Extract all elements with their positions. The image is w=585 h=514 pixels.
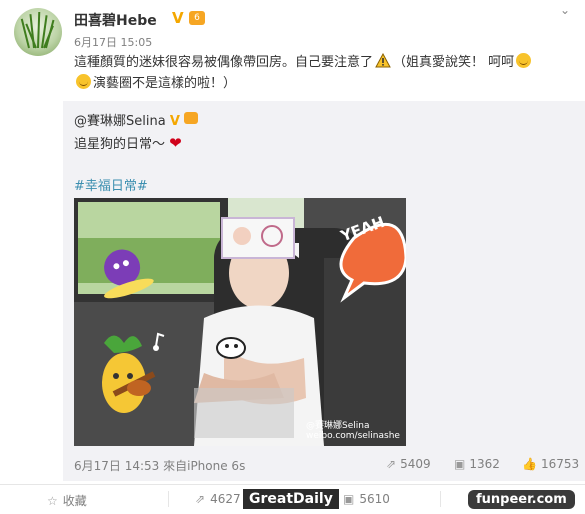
hashtag-link[interactable]: #幸福日常# (74, 175, 148, 194)
repost-text-content: 追星狗的日常～ (74, 137, 166, 152)
favorite-button[interactable]: ☆ 收藏 (47, 492, 87, 509)
repost-button[interactable]: ⇗ 4627 (195, 492, 241, 506)
favorite-label: 收藏 (62, 494, 87, 508)
repost-user: @賽琳娜Selina V (74, 110, 199, 129)
post-text-part1: 這種顏質的迷妹很容易被偶像帶回房。自己要注意了 (74, 55, 374, 70)
post-text: 這種顏質的迷妹很容易被偶像帶回房。自己要注意了 （姐真愛說笑！ 呵呵 演藝圈不是這… (74, 52, 574, 94)
repost-username[interactable]: @賽琳娜Selina (74, 114, 166, 129)
repost-photo[interactable]: YEAH @賽琳娜Selina weibo.com/selinashe (74, 198, 406, 446)
repost-text: 追星狗的日常～ ❤ (74, 133, 182, 152)
avatar[interactable] (14, 8, 62, 56)
level-badge-icon (184, 112, 199, 124)
repost-count: 4627 (210, 492, 241, 506)
heart-icon: ❤ (169, 134, 182, 152)
repost-comments-value: 1362 (469, 457, 500, 471)
weibo-post: 田喜碧Hebe V 6 6月17日 15:05 ⌄ 這種顏質的迷妹很容易被偶像帶… (0, 0, 585, 514)
verified-icon: V (172, 9, 184, 27)
post-username[interactable]: 田喜碧Hebe (74, 10, 157, 30)
verified-icon: V (169, 114, 180, 129)
greatdaily-watermark: GreatDaily (242, 488, 340, 510)
repost-repost-count[interactable]: ⇗ 5409 (386, 457, 431, 471)
laugh-emoji-icon (516, 53, 532, 68)
chevron-down-icon[interactable]: ⌄ (560, 3, 570, 17)
like-icon: 👍 (522, 457, 537, 471)
comment-button[interactable]: ▣ 5610 (343, 492, 390, 506)
repost-likes-value: 16753 (540, 457, 580, 471)
repost-like-count[interactable]: 👍 16753 (522, 457, 579, 471)
repost-icon: ⇗ (195, 492, 206, 506)
warning-icon (375, 53, 391, 68)
repost-icon: ⇗ (386, 457, 397, 471)
post-text-part3: 演藝圈不是這樣的啦！） (93, 76, 237, 91)
divider (168, 491, 169, 507)
post-text-part2: （姐真愛說笑！ 呵呵 (393, 55, 515, 70)
reposted-post: @賽琳娜Selina V 追星狗的日常～ ❤ #幸福日常# YEAH @賽琳娜S… (63, 101, 585, 481)
laugh-emoji-icon (76, 74, 91, 89)
divider (440, 491, 441, 507)
image-watermark-line2: weibo.com/selinashe (306, 431, 400, 441)
image-watermark: @賽琳娜Selina weibo.com/selinashe (306, 421, 400, 441)
repost-reposts-value: 5409 (400, 457, 431, 471)
image-watermark-line1: @賽琳娜Selina (306, 421, 370, 431)
repost-comment-count[interactable]: ▣ 1362 (454, 457, 500, 471)
repost-meta[interactable]: 6月17日 14:53 來自iPhone 6s (74, 457, 245, 474)
comment-count: 5610 (359, 492, 390, 506)
star-icon: ☆ (47, 494, 58, 508)
comment-icon: ▣ (454, 457, 466, 471)
funpeer-watermark: funpeer.com (468, 490, 575, 509)
post-timestamp[interactable]: 6月17日 15:05 (74, 34, 152, 50)
comment-icon: ▣ (343, 492, 355, 506)
level-badge: 6 (189, 11, 205, 25)
